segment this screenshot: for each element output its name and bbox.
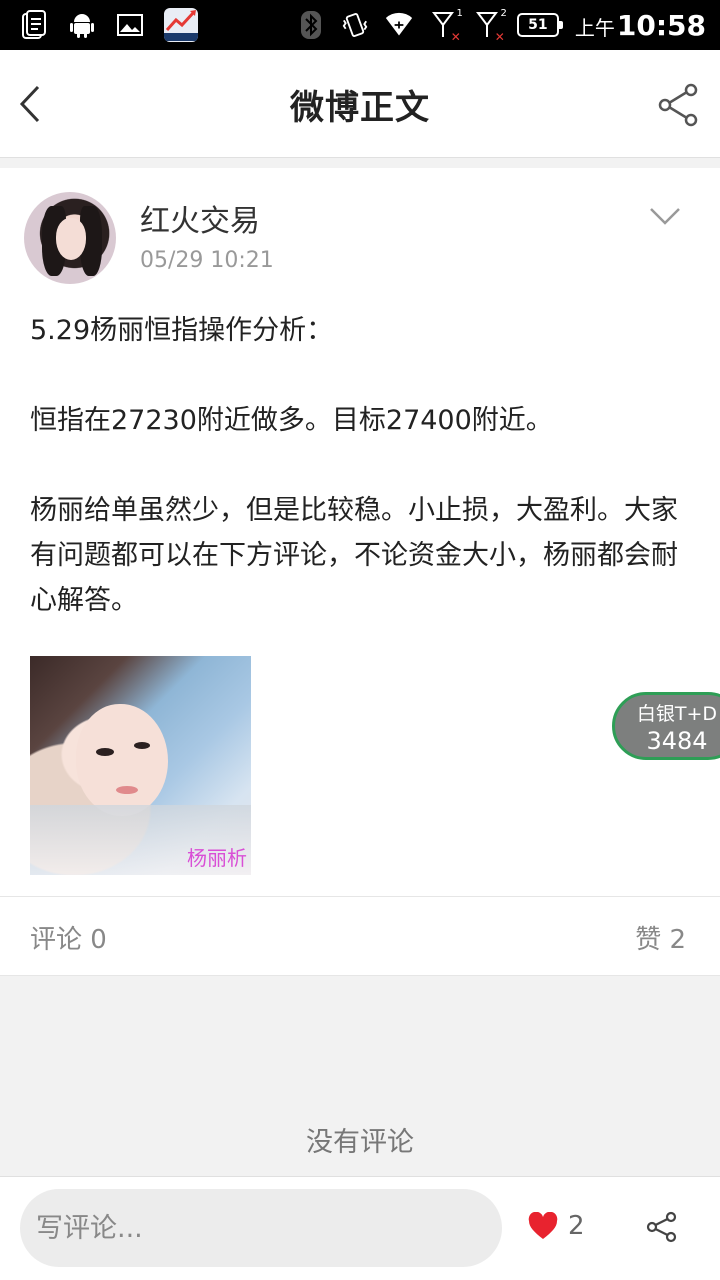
battery-icon: 51	[516, 13, 563, 37]
bottom-bar: 2	[0, 1176, 720, 1280]
clock: 上午 10:58	[574, 8, 706, 42]
comments-count[interactable]: 评论 0	[30, 919, 107, 956]
image-watermark: 杨丽析	[187, 846, 247, 870]
price-tag-label: 白银T+D	[636, 703, 718, 725]
nav-bar: 微博正文	[0, 50, 720, 158]
page-title: 微博正文	[290, 88, 430, 128]
post-time: 05/29 10:21	[140, 248, 274, 273]
post-paragraph: 恒指在27230附近做多。目标27400附近。	[30, 405, 553, 436]
price-tag-value: 3484	[646, 727, 708, 755]
share-icon[interactable]	[656, 82, 702, 128]
post-card: 红火交易 05/29 10:21 5.29杨丽恒指操作分析： 恒指在27230附…	[0, 168, 720, 976]
share-icon[interactable]	[646, 1211, 678, 1243]
bluetooth-icon	[297, 10, 325, 40]
floating-price-tag[interactable]: 白银T+D 3484	[612, 692, 720, 760]
post-paragraph: 杨丽给单虽然少，但是比较稳。小止损，大盈利。大家有问题都可以在下方评论，不论资金…	[30, 495, 678, 616]
like-button[interactable]: 2	[528, 1211, 585, 1241]
status-bar: 1 ✕ 2 ✕ 51 上午 10:58	[0, 0, 720, 50]
comment-input[interactable]	[20, 1189, 502, 1267]
signal-icon: 2 ✕	[473, 8, 507, 44]
post-paragraph: 5.29杨丽恒指操作分析：	[30, 315, 334, 346]
signal-icon: 1 ✕	[429, 8, 463, 44]
empty-comments-text: 没有评论	[306, 1127, 414, 1158]
heart-icon	[528, 1212, 558, 1239]
app-icon	[164, 8, 198, 42]
post-image[interactable]: 杨丽析	[30, 656, 251, 875]
post-stats: 评论 0 赞 2	[0, 896, 720, 976]
post-content: 5.29杨丽恒指操作分析： 恒指在27230附近做多。目标27400附近。 杨丽…	[30, 308, 694, 623]
author-name[interactable]: 红火交易	[140, 196, 260, 240]
file-icon	[20, 10, 48, 40]
chevron-down-icon[interactable]	[648, 204, 682, 228]
wifi-icon	[385, 10, 413, 40]
android-icon	[68, 10, 96, 40]
avatar[interactable]	[24, 192, 116, 284]
like-count: 2	[568, 1211, 585, 1241]
vibrate-icon	[341, 10, 369, 40]
likes-count[interactable]: 赞 2	[635, 919, 686, 956]
image-icon	[116, 10, 144, 40]
